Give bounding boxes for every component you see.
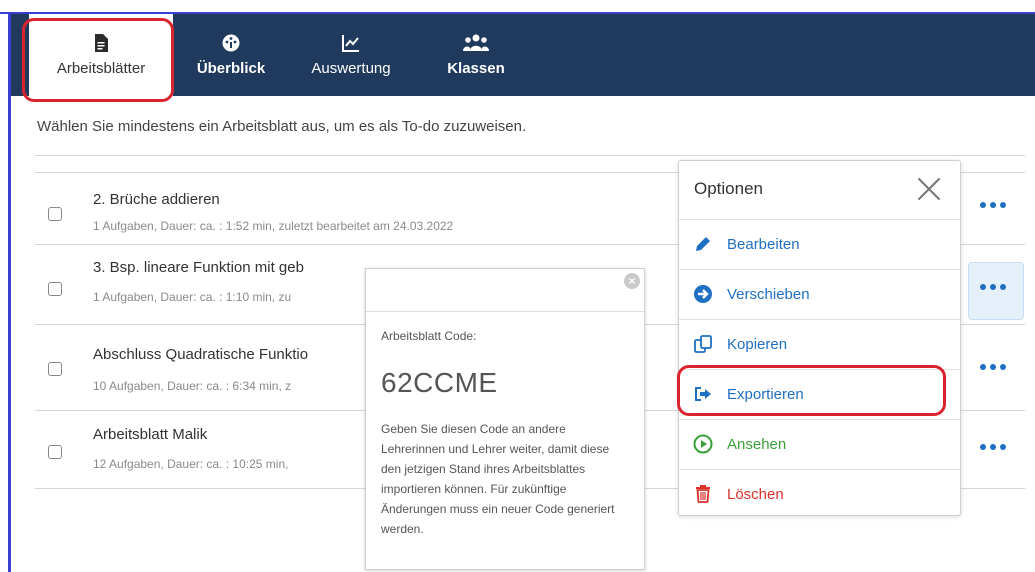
code-label: Arbeitsblatt Code: <box>381 329 477 343</box>
worksheet-meta: 1 Aufgaben, Dauer: ca. : 1:52 min, zulet… <box>93 219 454 233</box>
row-checkbox[interactable] <box>48 282 62 296</box>
option-label: Ansehen <box>727 436 787 453</box>
more-options-icon[interactable] <box>980 282 1006 292</box>
row-checkbox[interactable] <box>48 362 62 376</box>
tab-ueberblick[interactable]: Überblick <box>191 14 271 96</box>
tab-label: Auswertung <box>311 59 391 77</box>
option-label: Bearbeiten <box>727 236 800 253</box>
more-options-icon[interactable] <box>980 200 1006 210</box>
code-description: Geben Sie diesen Code an andere Lehrerin… <box>381 422 615 536</box>
worksheet-title[interactable]: 3. Bsp. lineare Funktion mit geb <box>93 259 304 276</box>
worksheet-meta: 10 Aufgaben, Dauer: ca. : 6:34 min, z <box>93 379 292 393</box>
pencil-icon <box>696 237 710 251</box>
row-checkbox[interactable] <box>48 207 62 221</box>
tab-klassen[interactable]: Klassen <box>431 14 521 96</box>
option-kopieren[interactable]: Kopieren <box>679 319 960 370</box>
worksheet-title[interactable]: 2. Brüche addieren <box>93 191 220 208</box>
window-border-left <box>8 12 11 572</box>
chart-icon <box>342 34 359 52</box>
options-menu: Optionen Bearbeiten Verschieben Kopieren… <box>678 160 961 516</box>
option-verschieben[interactable]: Verschieben <box>679 269 960 320</box>
users-icon <box>463 34 489 51</box>
more-options-icon[interactable] <box>980 442 1006 452</box>
instruction-text: Wählen Sie mindestens ein Arbeitsblatt a… <box>37 118 527 135</box>
tab-label: Klassen <box>447 59 505 77</box>
row-checkbox[interactable] <box>48 445 62 459</box>
divider <box>35 155 1025 156</box>
worksheet-title[interactable]: Abschluss Quadratische Funktio <box>93 346 308 363</box>
copy-icon <box>694 335 712 353</box>
tab-label: Überblick <box>196 59 266 77</box>
worksheet-code: 62CCME <box>381 367 498 398</box>
option-label: Kopieren <box>727 336 788 353</box>
option-bearbeiten[interactable]: Bearbeiten <box>679 219 960 270</box>
option-ansehen[interactable]: Ansehen <box>679 419 960 470</box>
divider <box>366 311 644 312</box>
worksheet-title[interactable]: Arbeitsblatt Malik <box>93 426 207 443</box>
close-icon[interactable] <box>917 177 941 201</box>
option-label: Löschen <box>727 486 784 503</box>
worksheet-meta: 1 Aufgaben, Dauer: ca. : 1:10 min, zu <box>93 290 292 304</box>
more-options-icon[interactable] <box>980 362 1006 372</box>
code-popup: × Arbeitsblatt Code: 62CCME Geben Sie di… <box>365 268 645 570</box>
dashboard-icon <box>222 34 240 51</box>
option-loeschen[interactable]: Löschen <box>679 469 960 520</box>
arrow-right-circle-icon <box>694 285 712 303</box>
close-icon[interactable]: × <box>624 273 640 289</box>
highlight-marker-export <box>677 365 946 416</box>
play-circle-icon <box>693 434 713 454</box>
options-title: Optionen <box>694 179 763 198</box>
option-label: Verschieben <box>727 286 810 303</box>
worksheet-meta: 12 Aufgaben, Dauer: ca. : 10:25 min, <box>93 457 289 471</box>
tab-auswertung[interactable]: Auswertung <box>301 14 401 96</box>
trash-icon <box>696 485 710 503</box>
highlight-marker-tab <box>22 18 174 102</box>
